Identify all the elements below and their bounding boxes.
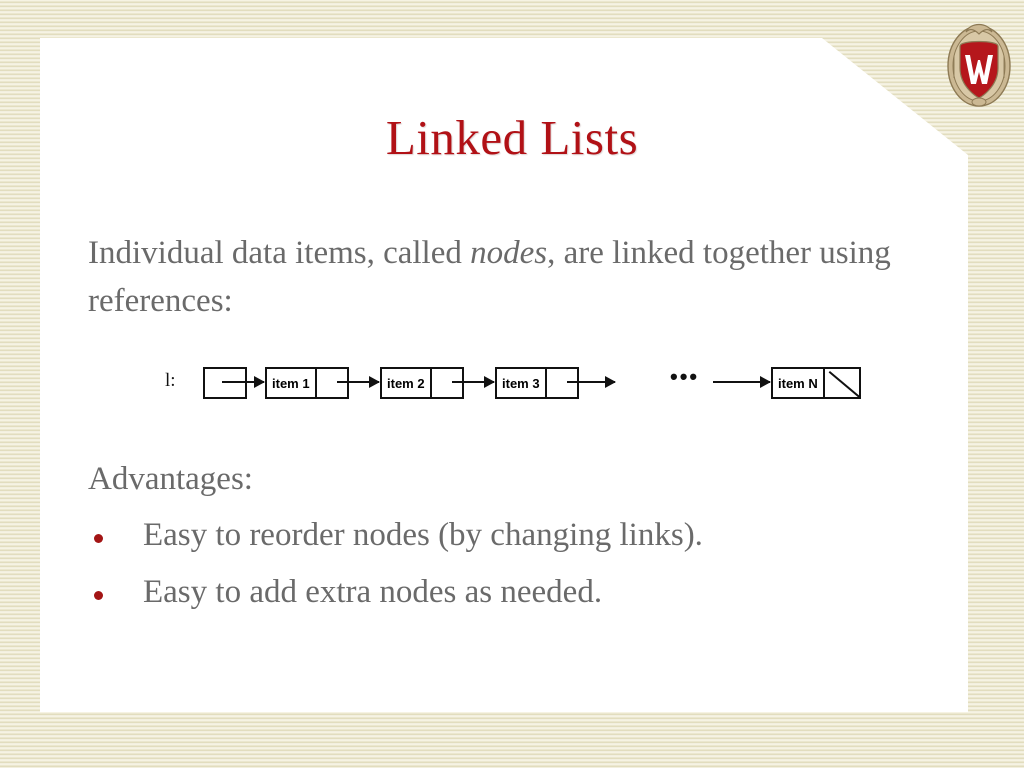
node-pointer-cell — [429, 369, 462, 397]
diagram-head-box — [203, 367, 247, 399]
diagram-node-item-n: item N — [771, 367, 861, 399]
arrow-item3-to-ellipsis — [567, 376, 616, 388]
diagram-node-item-2: item 2 — [380, 367, 464, 399]
node-data-cell: item N — [778, 375, 818, 391]
arrow-ellipsis-to-itemN — [713, 376, 771, 388]
arrow-item2-to-item3 — [452, 376, 495, 388]
list-item-label: Easy to reorder nodes (by changing links… — [143, 516, 703, 553]
list-variable-label: l: — [165, 370, 176, 391]
linked-list-diagram: l: item 1 item 2 item 3 ••• item N — [165, 362, 865, 414]
node-pointer-cell — [314, 369, 347, 397]
bullet-dot-icon — [94, 591, 103, 601]
null-slash-icon — [825, 369, 859, 397]
arrow-head-to-item1 — [222, 376, 265, 388]
advantages-heading: Advantages: — [88, 461, 253, 497]
page-title: Linked Lists — [385, 110, 639, 165]
bullet-dot-icon — [94, 533, 103, 543]
node-data-cell: item 1 — [272, 375, 310, 391]
node-null-pointer-cell — [822, 369, 859, 397]
head-pointer-cell — [205, 369, 245, 397]
advantages-list: Easy to reorder nodes (by changing links… — [88, 507, 918, 621]
node-data-cell: item 2 — [387, 375, 425, 391]
intro-block: Individual data items, called nodes, are… — [88, 230, 918, 326]
list-item: Easy to reorder nodes (by changing links… — [88, 507, 918, 564]
node-pointer-cell — [544, 369, 577, 397]
advantages-block: Advantages: Easy to reorder nodes (by ch… — [88, 458, 918, 621]
arrow-item1-to-item2 — [337, 376, 380, 388]
node-data-cell: item 3 — [502, 375, 540, 391]
uw-crest-logo — [944, 16, 1014, 108]
ellipsis-icon: ••• — [670, 364, 700, 389]
list-item-label: Easy to add extra nodes as needed. — [143, 573, 603, 610]
intro-emphasis-nodes: nodes — [470, 235, 548, 271]
crest-icon — [947, 23, 1011, 107]
diagram-node-item-1: item 1 — [265, 367, 349, 399]
list-item: Easy to add extra nodes as needed. — [88, 564, 918, 621]
diagram-node-item-3: item 3 — [495, 367, 579, 399]
intro-text-part1: Individual data items, called — [88, 235, 471, 271]
intro-paragraph: Individual data items, called nodes, are… — [88, 230, 903, 326]
